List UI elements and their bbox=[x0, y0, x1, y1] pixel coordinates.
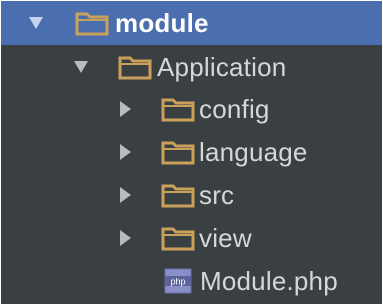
tree-node-label: config bbox=[199, 93, 270, 124]
folder-icon bbox=[75, 12, 109, 36]
collapsed-arrow-icon[interactable] bbox=[120, 187, 131, 203]
folder-icon bbox=[161, 98, 195, 122]
tree-node-label: src bbox=[199, 179, 235, 210]
tree-node-language[interactable]: language bbox=[1, 130, 382, 174]
collapsed-arrow-icon[interactable] bbox=[120, 101, 131, 117]
tree-node-application[interactable]: Application bbox=[1, 45, 382, 89]
php-file-icon: php bbox=[164, 268, 192, 294]
tree-node-label: view bbox=[199, 222, 252, 253]
php-badge-text: php bbox=[170, 277, 185, 287]
collapsed-arrow-icon[interactable] bbox=[120, 230, 131, 246]
tree-node-src[interactable]: src bbox=[1, 173, 382, 217]
folder-icon bbox=[161, 141, 195, 165]
project-tree-panel: module Application config language src v… bbox=[1, 1, 382, 304]
tree-node-label: language bbox=[199, 136, 308, 167]
expand-arrow-icon[interactable] bbox=[74, 61, 88, 73]
folder-icon bbox=[118, 56, 152, 80]
folder-icon bbox=[161, 227, 195, 251]
collapsed-arrow-icon[interactable] bbox=[120, 144, 131, 160]
tree-node-label: Module.php bbox=[200, 265, 338, 296]
tree-node-label: module bbox=[115, 7, 209, 38]
folder-icon bbox=[161, 184, 195, 208]
tree-node-module[interactable]: module bbox=[1, 1, 382, 45]
expand-arrow-icon[interactable] bbox=[29, 17, 43, 29]
tree-node-config[interactable]: config bbox=[1, 87, 382, 131]
tree-node-module-php[interactable]: php Module.php bbox=[1, 259, 382, 303]
tree-node-label: Application bbox=[157, 51, 287, 82]
tree-node-view[interactable]: view bbox=[1, 216, 382, 260]
